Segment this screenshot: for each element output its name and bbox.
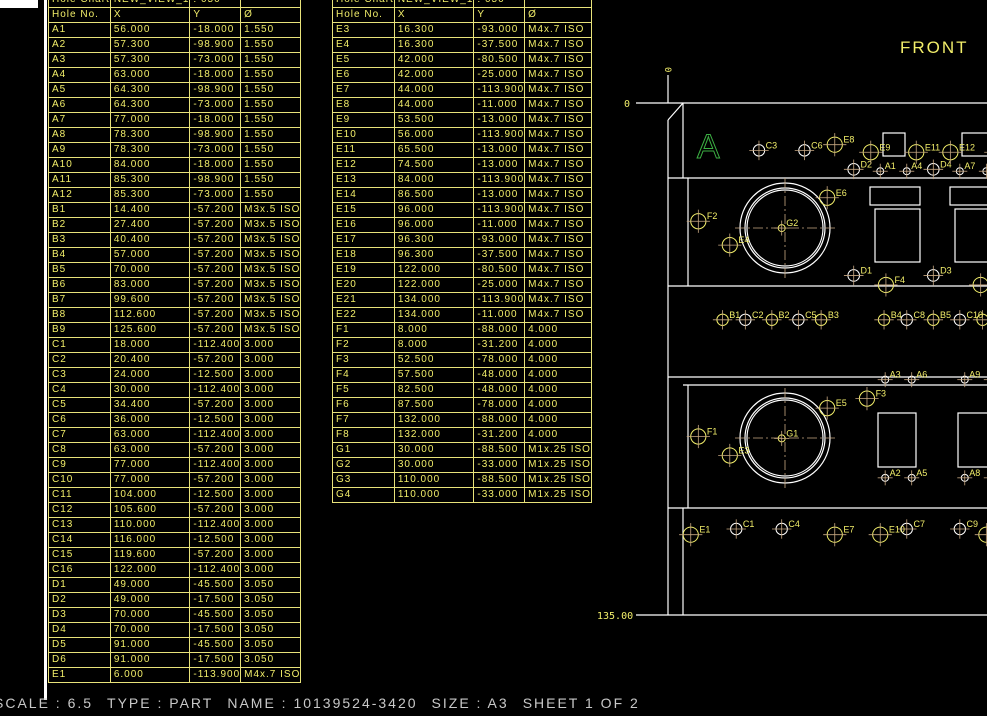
hole-label: E9 bbox=[879, 142, 890, 152]
bottom-dimension-label: 135.00 bbox=[597, 611, 633, 622]
hole-a4[interactable]: A4 bbox=[899, 161, 922, 179]
hole-label: D2 bbox=[861, 159, 873, 169]
hole-label: A2 bbox=[890, 468, 901, 478]
size-text: SIZE : A3 bbox=[431, 695, 509, 711]
hole-label: C3 bbox=[766, 140, 778, 150]
hole-c5[interactable]: C5 bbox=[788, 310, 817, 330]
hole-e6[interactable]: E6 bbox=[815, 186, 847, 210]
hole-label: A4 bbox=[911, 161, 922, 171]
hole-markers: A1A2A3A4A5A6A7A8A9A10A11A12B1B2B3B4B5B6B… bbox=[679, 133, 987, 547]
hole-label: A3 bbox=[890, 370, 901, 380]
hole-label: C5 bbox=[805, 310, 817, 320]
hole-label: C8 bbox=[913, 310, 925, 320]
hole-label: F4 bbox=[895, 275, 906, 285]
hole-label: C10 bbox=[967, 310, 984, 320]
sheet-text: SHEET 1 OF 2 bbox=[522, 695, 640, 711]
datum-label: A bbox=[697, 128, 720, 166]
front-view-drawing[interactable]: A1A2A3A4A5A6A7A8A9A10A11A12B1B2B3B4B5B6B… bbox=[0, 0, 987, 716]
hole-label: E6 bbox=[836, 188, 847, 198]
hole-d4[interactable]: D4 bbox=[923, 159, 952, 180]
hole-a10[interactable]: A10 bbox=[978, 161, 987, 179]
hole-label: D1 bbox=[861, 265, 873, 275]
hole-label: E3 bbox=[738, 445, 749, 455]
hole-label: D4 bbox=[940, 159, 952, 169]
hole-label: G1 bbox=[786, 428, 798, 438]
hole-label: E1 bbox=[699, 525, 710, 535]
hole-d3[interactable]: D3 bbox=[923, 265, 952, 286]
hole-f1[interactable]: F1 bbox=[686, 424, 718, 449]
status-bar: SCALE : 6.5 TYPE : PART NAME : 10139524-34… bbox=[0, 695, 654, 711]
hole-label: B4 bbox=[891, 310, 902, 320]
hole-label: C1 bbox=[743, 519, 755, 529]
hole-label: E11 bbox=[925, 142, 940, 152]
hole-c1[interactable]: C1 bbox=[726, 519, 755, 539]
hole-d1[interactable]: D1 bbox=[843, 265, 873, 286]
hole-label: A9 bbox=[969, 370, 980, 380]
centerlines bbox=[735, 178, 835, 488]
hole-label: C9 bbox=[967, 519, 979, 529]
hole-label: D3 bbox=[940, 265, 952, 275]
type-text: TYPE : PART bbox=[107, 695, 214, 711]
hole-label: F2 bbox=[707, 211, 718, 221]
hole-a7[interactable]: A7 bbox=[952, 161, 975, 179]
hole-e3[interactable]: E3 bbox=[718, 443, 749, 468]
hole-label: F3 bbox=[876, 389, 887, 399]
hole-c3[interactable]: C3 bbox=[749, 140, 778, 161]
hole-e10[interactable]: E10 bbox=[868, 523, 905, 547]
part-outline bbox=[636, 75, 987, 616]
hole-f5[interactable]: F5 bbox=[969, 273, 987, 297]
view-label: FRONT bbox=[900, 38, 969, 57]
hole-c6[interactable]: C6 bbox=[794, 140, 823, 161]
hole-a1[interactable]: A1 bbox=[872, 161, 896, 179]
hole-f3[interactable]: F3 bbox=[855, 387, 887, 411]
hole-label: G2 bbox=[786, 218, 798, 228]
hole-e8[interactable]: E8 bbox=[823, 133, 854, 157]
hole-f2[interactable]: F2 bbox=[686, 209, 718, 233]
hole-label: A1 bbox=[885, 161, 896, 171]
hole-g2[interactable]: G2 bbox=[774, 218, 798, 236]
name-text: NAME : 10139524-3420 bbox=[227, 695, 418, 711]
hole-c10[interactable]: C10 bbox=[950, 310, 983, 330]
hole-label: B5 bbox=[940, 310, 951, 320]
hole-b5[interactable]: B5 bbox=[923, 310, 951, 330]
origin-y-label: 0 bbox=[624, 99, 630, 110]
hole-c9[interactable]: C9 bbox=[950, 519, 978, 539]
hole-a8[interactable]: A8 bbox=[957, 468, 980, 486]
hole-a2[interactable]: A2 bbox=[877, 468, 901, 486]
hole-e4[interactable]: E4 bbox=[718, 233, 749, 257]
hole-label: E5 bbox=[836, 398, 847, 408]
hole-e5[interactable]: E5 bbox=[815, 396, 847, 420]
hole-label: B2 bbox=[779, 310, 790, 320]
hole-label: C4 bbox=[788, 519, 800, 529]
hole-c4[interactable]: C4 bbox=[772, 519, 800, 539]
hole-e1[interactable]: E1 bbox=[679, 523, 710, 547]
hole-f4[interactable]: F4 bbox=[874, 273, 906, 297]
hole-label: A7 bbox=[964, 161, 975, 171]
hole-label: E7 bbox=[843, 525, 854, 535]
hole-label: E12 bbox=[959, 142, 975, 152]
hole-label: E10 bbox=[889, 525, 905, 535]
hole-label: C7 bbox=[913, 519, 925, 529]
hole-label: A8 bbox=[969, 468, 980, 478]
hole-g1[interactable]: G1 bbox=[774, 428, 798, 446]
origin-x-label: 0 bbox=[662, 67, 672, 72]
hole-label: E4 bbox=[738, 235, 749, 245]
hole-label: A5 bbox=[916, 468, 927, 478]
hole-e7[interactable]: E7 bbox=[823, 523, 854, 547]
hole-a5[interactable]: A5 bbox=[904, 468, 927, 486]
hole-e11[interactable]: E11 bbox=[904, 140, 941, 164]
hole-label: F1 bbox=[707, 427, 718, 437]
hole-label: E8 bbox=[843, 135, 854, 145]
hole-label: B3 bbox=[828, 310, 839, 320]
hole-label: C6 bbox=[811, 140, 823, 150]
hole-label: A6 bbox=[916, 370, 927, 380]
scale-text: SCALE : 6.5 bbox=[0, 695, 94, 711]
hole-label: C2 bbox=[752, 310, 764, 320]
hole-b2[interactable]: B2 bbox=[762, 310, 790, 330]
hole-d2[interactable]: D2 bbox=[843, 159, 873, 180]
hole-label: B1 bbox=[729, 310, 740, 320]
